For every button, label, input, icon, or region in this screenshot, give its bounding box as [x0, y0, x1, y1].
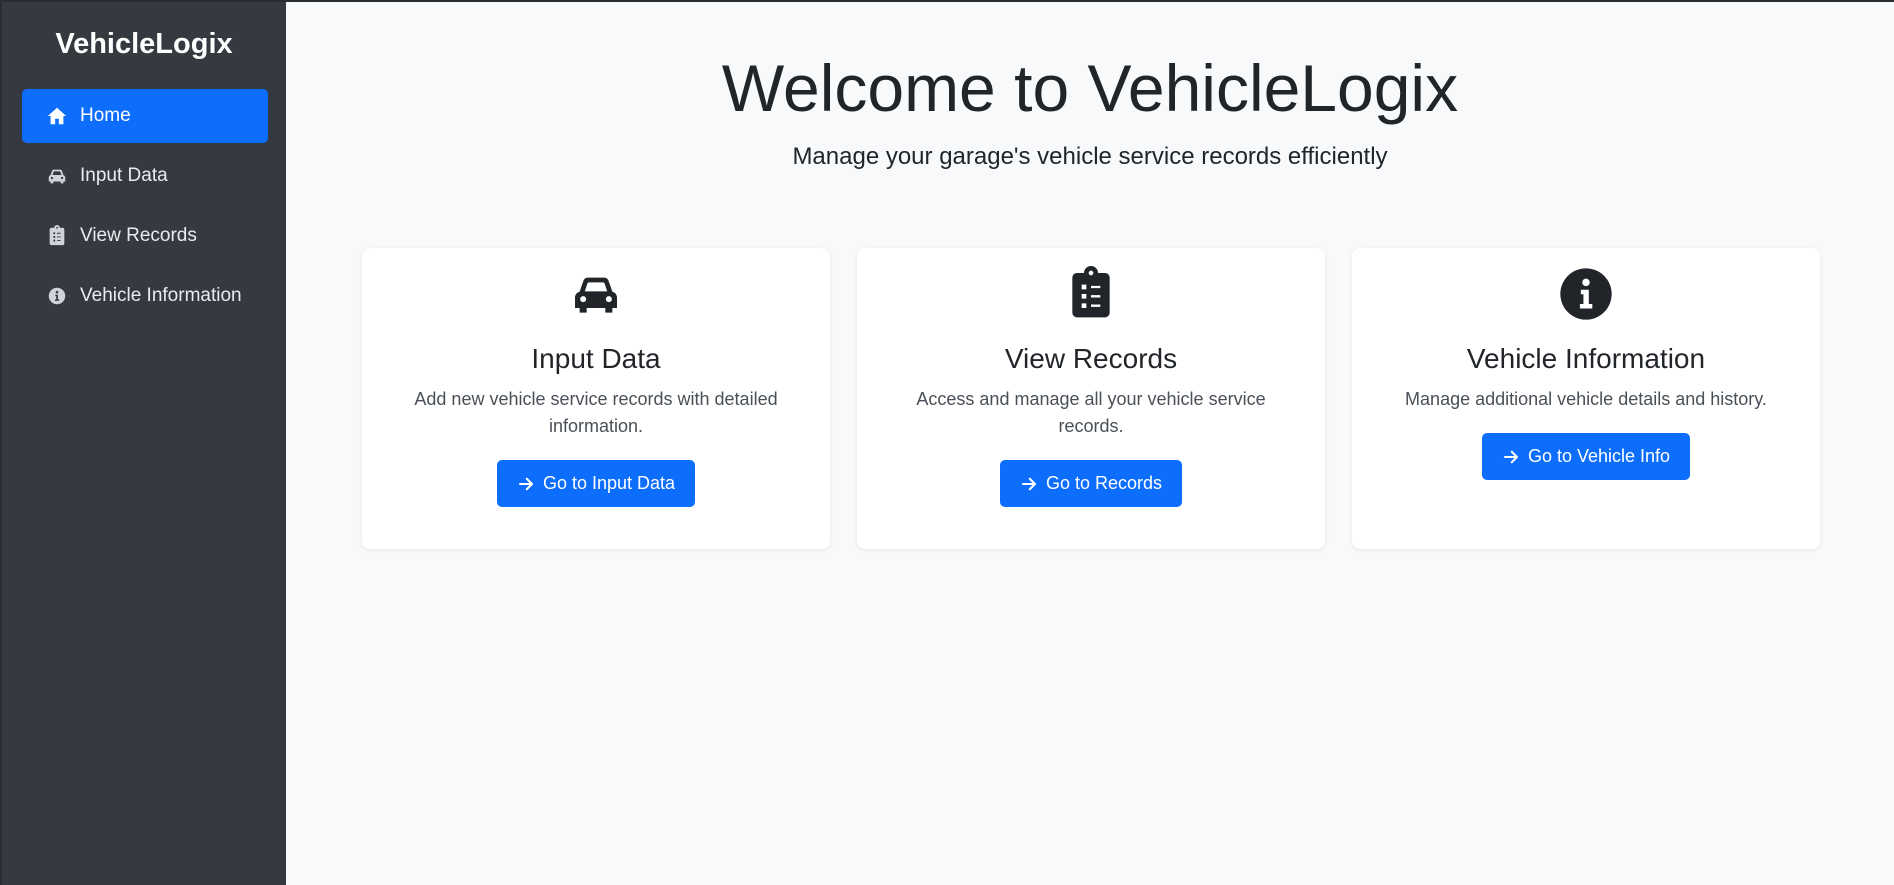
sidebar-item-label: Input Data — [80, 165, 168, 186]
arrow-right-icon — [1021, 477, 1037, 490]
card-title: View Records — [1004, 343, 1178, 374]
sidebar-item-input-data[interactable]: Input Data — [22, 149, 268, 203]
button-label: Go to Vehicle Info — [1527, 446, 1671, 466]
go-to-records-button[interactable]: Go to Records — [999, 460, 1183, 507]
arrow-right-icon — [1503, 450, 1519, 463]
info-circle-icon — [1352, 266, 1820, 322]
button-label: Go to Records — [1045, 473, 1163, 493]
button-label: Go to Input Data — [542, 473, 676, 493]
card-view-records: View Records Access and manage all your … — [857, 248, 1325, 549]
clipboard-list-icon — [46, 225, 68, 247]
sidebar-item-label: Vehicle Information — [80, 285, 242, 306]
arrow-right-icon — [518, 477, 534, 490]
sidebar: VehicleLogix Home Input Data View Record… — [0, 0, 286, 885]
sidebar-item-label: Home — [80, 105, 131, 126]
card-input-data: Input Data Add new vehicle service recor… — [362, 248, 830, 549]
feature-cards: Input Data Add new vehicle service recor… — [362, 248, 1820, 549]
home-icon — [46, 105, 68, 127]
car-icon — [362, 266, 830, 322]
page-title: Welcome to VehicleLogix — [721, 51, 1459, 125]
car-icon — [46, 165, 68, 187]
sidebar-item-view-records[interactable]: View Records — [22, 209, 268, 263]
info-circle-icon — [46, 285, 68, 307]
card-description: Access and manage all your vehicle servi… — [916, 389, 1266, 436]
card-title: Vehicle Information — [1466, 343, 1706, 374]
sidebar-nav: Home Input Data View Records Vehicle Inf… — [2, 89, 286, 323]
go-to-vehicle-info-button[interactable]: Go to Vehicle Info — [1481, 433, 1691, 480]
sidebar-item-home[interactable]: Home — [22, 89, 268, 143]
main-content: Welcome to VehicleLogix Manage your gara… — [286, 0, 1894, 885]
card-description: Manage additional vehicle details and hi… — [1405, 389, 1767, 409]
card-title: Input Data — [531, 343, 661, 374]
go-to-input-data-button[interactable]: Go to Input Data — [496, 460, 696, 507]
sidebar-item-vehicle-information[interactable]: Vehicle Information — [22, 269, 268, 323]
brand-logo[interactable]: VehicleLogix — [2, 26, 286, 62]
clipboard-list-icon — [857, 266, 1325, 322]
card-vehicle-information: Vehicle Information Manage additional ve… — [1352, 248, 1820, 549]
sidebar-item-label: View Records — [80, 225, 197, 246]
page-subtitle: Manage your garage's vehicle service rec… — [792, 143, 1388, 170]
card-description: Add new vehicle service records with det… — [414, 389, 778, 436]
